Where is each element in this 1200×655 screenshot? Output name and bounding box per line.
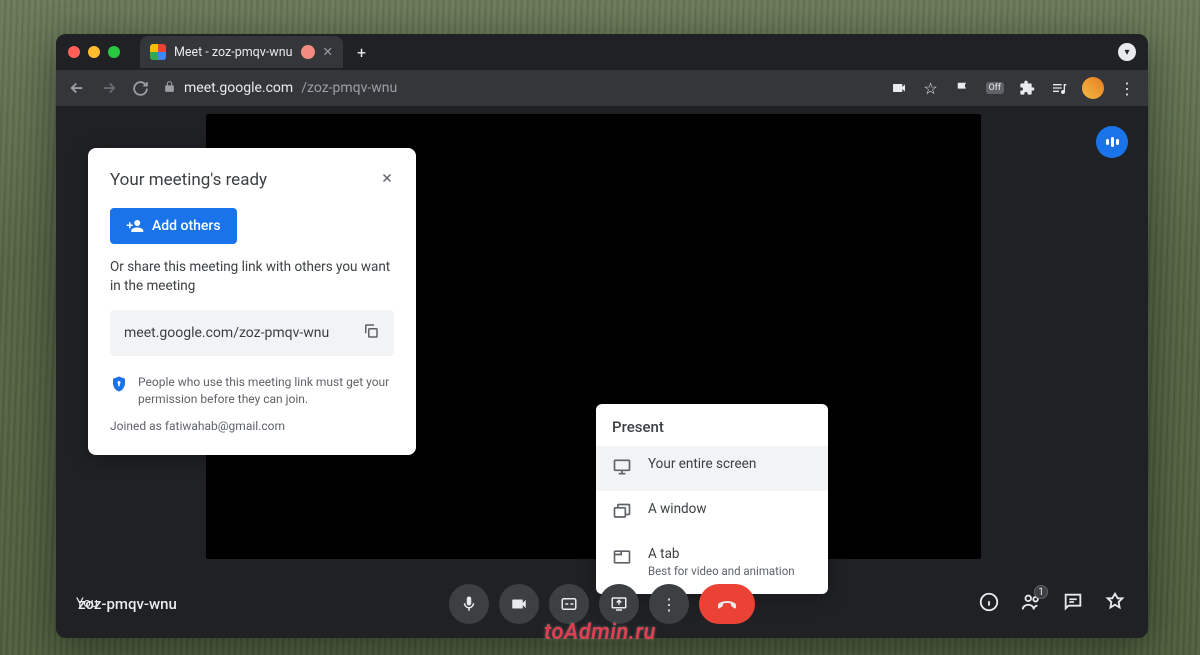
meet-favicon-icon [150,44,166,60]
new-tab-button[interactable]: + [357,43,366,62]
extension-flag-icon[interactable] [954,79,972,97]
right-controls: 1 [978,591,1126,617]
browser-titlebar: Meet - zoz-pmqv-wnu ✕ + ▾ [56,34,1148,70]
tabs-dropdown-button[interactable]: ▾ [1118,43,1136,61]
lock-icon [163,80,176,97]
minimize-window-button[interactable] [88,46,100,58]
activities-button[interactable] [1104,591,1126,617]
browser-tab[interactable]: Meet - zoz-pmqv-wnu ✕ [140,36,343,68]
monitor-icon [612,457,632,481]
present-a-window[interactable]: A window [596,491,828,536]
browser-window: Meet - zoz-pmqv-wnu ✕ + ▾ meet.google.co… [56,34,1148,638]
mute-mic-button[interactable] [449,584,489,624]
person-add-icon [126,217,144,235]
more-options-button[interactable]: ⋮ [649,584,689,624]
browser-toolbar: meet.google.com/zoz-pmqv-wnu ☆ Off ⋮ [56,70,1148,106]
present-menu: Present Your entire screen A window A ta… [596,404,828,594]
chat-button[interactable] [1062,591,1084,617]
bookmark-star-button[interactable]: ☆ [922,79,940,97]
captions-button[interactable] [549,584,589,624]
camera-toggle-button[interactable] [499,584,539,624]
url-path: /zoz-pmqv-wnu [301,80,397,96]
popup-title: Your meeting's ready [110,170,267,190]
close-window-button[interactable] [68,46,80,58]
tab-icon [612,547,632,571]
meeting-ready-popup: Your meeting's ready Add others Or share… [88,148,416,455]
recording-indicator-icon [301,45,315,59]
url-host: meet.google.com [184,80,293,96]
back-button[interactable] [68,79,86,97]
permission-note: People who use this meeting link must ge… [138,374,394,408]
meet-app: You Your meeting's ready Add others Or s… [56,106,1148,638]
bottom-bar: zoz-pmqv-wnu ⋮ 1 [56,570,1148,638]
meeting-details-button[interactable] [978,591,1000,617]
present-item-label: A tab [648,546,795,562]
participants-count-badge: 1 [1034,585,1048,599]
window-controls [68,46,120,58]
meeting-code[interactable]: zoz-pmqv-wnu [78,595,177,613]
speaking-indicator-icon [1096,126,1128,158]
participants-button[interactable]: 1 [1020,591,1042,617]
address-bar[interactable]: meet.google.com/zoz-pmqv-wnu [163,80,876,97]
popup-close-button[interactable] [380,171,394,189]
present-screen-button[interactable] [599,584,639,624]
present-item-label: A window [648,501,707,517]
close-tab-button[interactable]: ✕ [323,44,333,60]
browser-menu-button[interactable]: ⋮ [1118,79,1136,97]
add-others-label: Add others [152,218,221,234]
shield-icon [110,374,128,394]
tab-title: Meet - zoz-pmqv-wnu [174,45,293,60]
meeting-link-box: meet.google.com/zoz-pmqv-wnu [110,310,394,356]
present-menu-title: Present [596,418,828,446]
camera-indicator-icon[interactable] [890,79,908,97]
joined-as-text: Joined as fatiwahab@gmail.com [110,419,394,433]
profile-avatar[interactable] [1082,77,1104,99]
copy-link-button[interactable] [362,322,380,344]
extensions-puzzle-icon[interactable] [1018,79,1036,97]
meeting-link-text: meet.google.com/zoz-pmqv-wnu [124,325,329,341]
reload-button[interactable] [132,80,149,97]
maximize-window-button[interactable] [108,46,120,58]
popup-description: Or share this meeting link with others y… [110,258,394,296]
windows-icon [612,502,632,526]
present-item-label: Your entire screen [648,456,756,472]
add-others-button[interactable]: Add others [110,208,237,244]
present-entire-screen[interactable]: Your entire screen [596,446,828,491]
forward-button[interactable] [100,79,118,97]
hangup-button[interactable] [699,584,755,624]
media-control-icon[interactable] [1050,79,1068,97]
extension-off-badge[interactable]: Off [986,82,1004,94]
toolbar-right: ☆ Off ⋮ [890,77,1136,99]
call-controls: ⋮ [449,584,755,624]
